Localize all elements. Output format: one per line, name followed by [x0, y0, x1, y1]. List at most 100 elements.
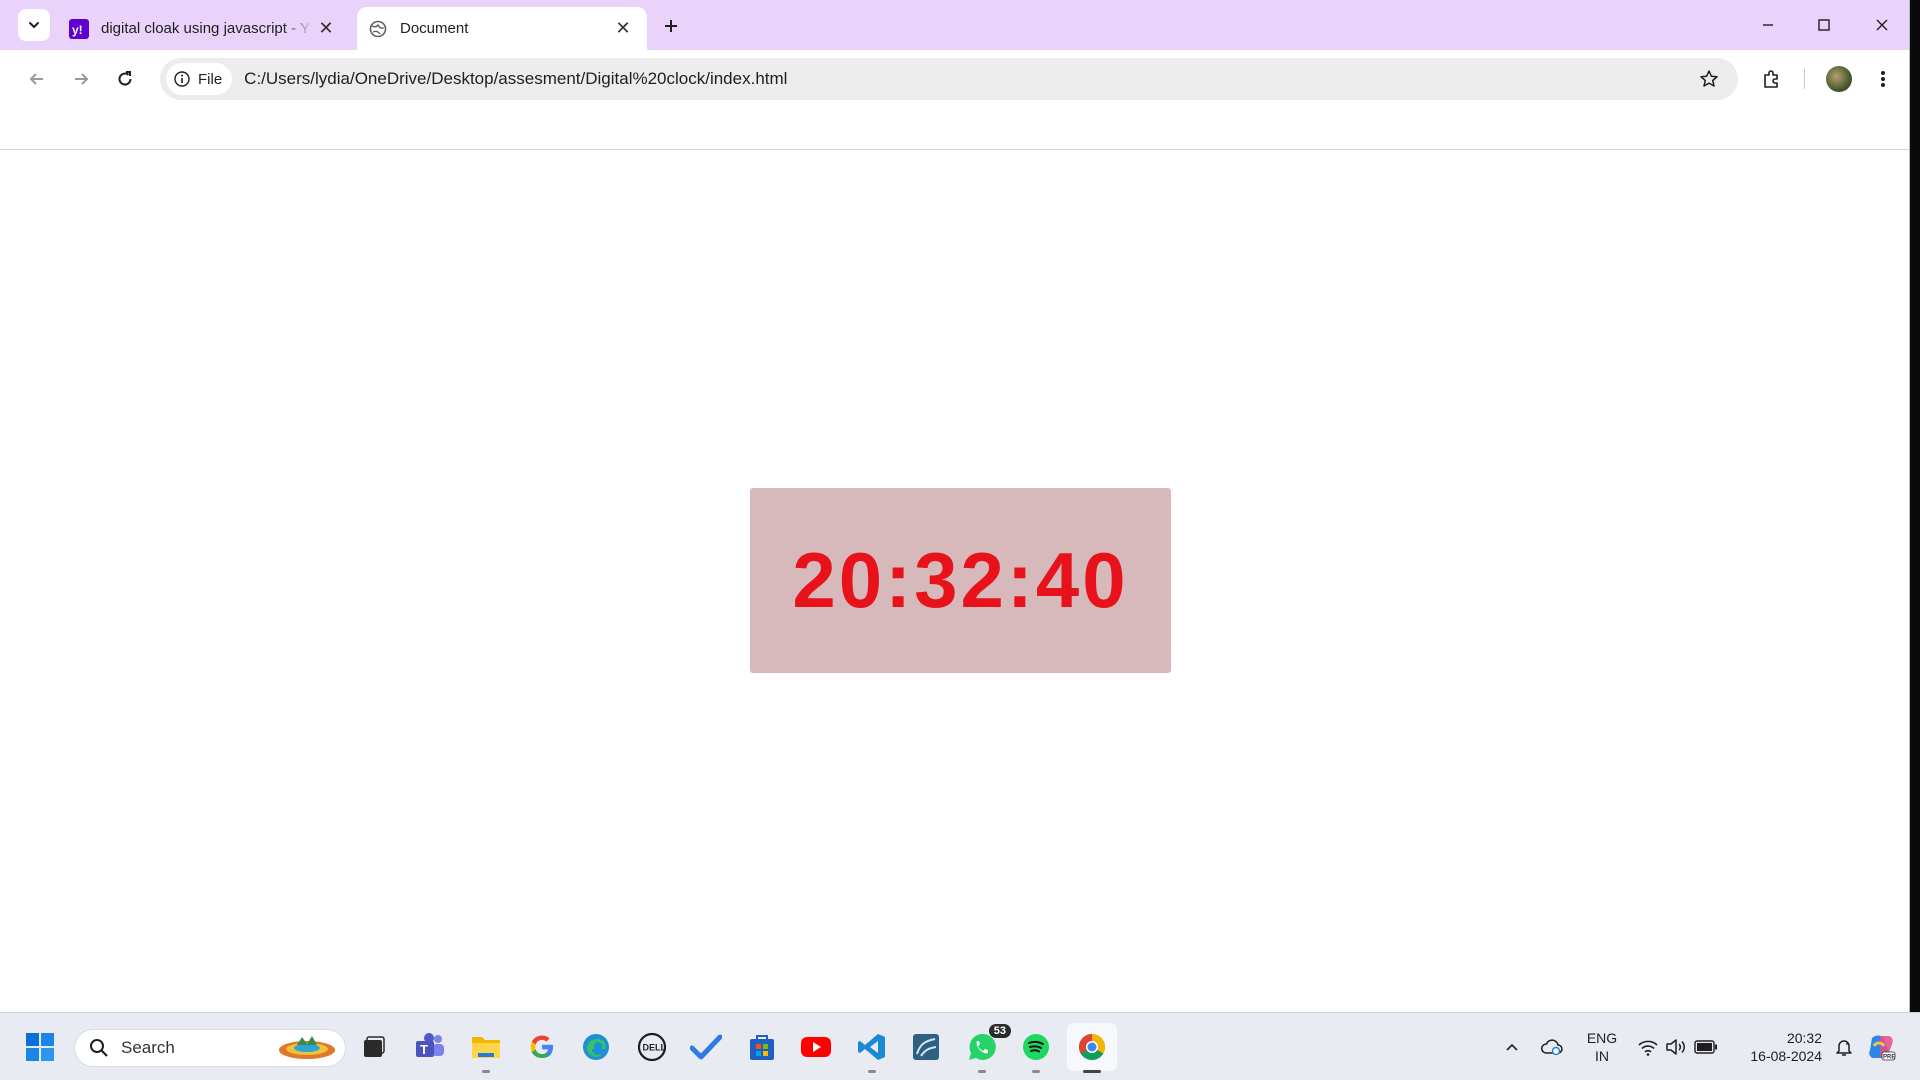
globe-icon: [368, 19, 388, 39]
whatsapp-app[interactable]: 53: [962, 1023, 1012, 1073]
store-icon: [750, 1035, 774, 1060]
back-button[interactable]: [20, 62, 54, 96]
page-content: 20:32:40: [0, 151, 1909, 1012]
avatar: [1826, 66, 1852, 92]
forward-button[interactable]: [64, 62, 98, 96]
tab-document[interactable]: Document ✕: [357, 7, 647, 50]
vscode-icon: [858, 1034, 885, 1060]
task-view-button[interactable]: [354, 1027, 394, 1067]
wifi-icon: [1638, 1040, 1658, 1056]
copilot-button[interactable]: PRE: [1866, 1032, 1896, 1062]
todo-app[interactable]: [686, 1027, 726, 1067]
running-indicator: [482, 1070, 490, 1073]
svg-text:T: T: [420, 1042, 428, 1057]
mysql-workbench-icon: [913, 1034, 939, 1060]
more-vertical-icon: [1881, 71, 1885, 87]
taskbar-date: 16-08-2024: [1750, 1048, 1822, 1064]
edge-app[interactable]: [576, 1027, 616, 1067]
maximize-button[interactable]: [1804, 8, 1844, 42]
search-highlight-icon: [279, 1036, 335, 1059]
dell-app[interactable]: DELL: [632, 1027, 672, 1067]
teams-app[interactable]: T: [410, 1027, 450, 1067]
task-view-icon: [364, 1036, 385, 1057]
url-text[interactable]: C:/Users/lydia/OneDrive/Desktop/assesmen…: [244, 69, 1692, 89]
spotify-icon: [1023, 1034, 1049, 1060]
maximize-icon: [1818, 19, 1830, 31]
taskbar-search[interactable]: Search: [74, 1029, 346, 1067]
running-indicator: [1083, 1070, 1101, 1073]
svg-text:PRE: PRE: [1883, 1055, 1895, 1061]
onedrive-button[interactable]: [1540, 1035, 1564, 1059]
vscode-app[interactable]: [852, 1027, 892, 1073]
tab-search-button[interactable]: [18, 9, 50, 41]
browser-window: y! digital cloak using javascript - Y ✕ …: [0, 0, 1910, 1012]
svg-text:y!: y!: [72, 23, 83, 37]
wifi-button[interactable]: [1636, 1035, 1660, 1059]
copilot-icon: PRE: [1869, 1035, 1896, 1061]
start-button[interactable]: [20, 1027, 60, 1067]
close-icon: [1876, 19, 1888, 31]
cloud-sync-icon: [1541, 1039, 1563, 1056]
yahoo-icon: y!: [69, 18, 89, 39]
close-window-button[interactable]: [1862, 8, 1902, 42]
google-icon: [530, 1035, 553, 1058]
language-indicator[interactable]: ENG IN: [1582, 1029, 1622, 1065]
taskbar: Search T DELL 53 ENG IN 20:32 16-08-2024…: [0, 1012, 1920, 1080]
star-icon: [1700, 70, 1718, 87]
profile-button[interactable]: [1822, 62, 1856, 96]
address-bar[interactable]: File C:/Users/lydia/OneDrive/Desktop/ass…: [160, 58, 1738, 100]
search-icon: [90, 1039, 108, 1057]
file-explorer-app[interactable]: [466, 1027, 506, 1073]
clock-time: 20:32:40: [792, 536, 1129, 624]
tab-title: digital cloak using javascript - Y: [101, 20, 310, 37]
svg-text:DELL: DELL: [643, 1043, 667, 1053]
close-tab-icon[interactable]: ✕: [611, 17, 635, 41]
toolbar-divider: [1804, 69, 1805, 89]
chrome-app[interactable]: [1067, 1023, 1117, 1073]
bookmark-star-button[interactable]: [1692, 62, 1726, 96]
arrow-right-icon: [75, 73, 89, 85]
youtube-icon: [801, 1037, 831, 1057]
mysql-workbench-app[interactable]: [906, 1027, 946, 1067]
browser-toolbar: File C:/Users/lydia/OneDrive/Desktop/ass…: [0, 50, 1909, 108]
clock-area[interactable]: 20:32 16-08-2024: [1728, 1029, 1822, 1065]
browser-menu-button[interactable]: [1866, 62, 1900, 96]
info-icon: [174, 71, 190, 87]
minimize-button[interactable]: [1748, 8, 1788, 42]
notifications-button[interactable]: [1832, 1035, 1856, 1059]
language-code: ENG: [1586, 1030, 1618, 1046]
extensions-button[interactable]: [1754, 62, 1788, 96]
search-label: Search: [121, 1038, 175, 1057]
windows-icon: [26, 1033, 54, 1061]
arrow-left-icon: [29, 73, 43, 85]
plus-icon: [665, 20, 677, 32]
checkmark-icon: [690, 1034, 722, 1060]
volume-button[interactable]: [1664, 1035, 1688, 1059]
site-info-chip[interactable]: File: [166, 63, 233, 95]
site-info-label: File: [198, 70, 223, 88]
running-indicator: [978, 1070, 986, 1073]
chevron-down-icon: [29, 22, 39, 29]
notification-badge: 53: [987, 1023, 1012, 1039]
spotify-app[interactable]: [1016, 1027, 1056, 1073]
google-app[interactable]: [522, 1027, 562, 1067]
chevron-up-icon: [1506, 1043, 1518, 1051]
battery-button[interactable]: [1694, 1035, 1718, 1059]
store-app[interactable]: [742, 1027, 782, 1067]
edge-icon: [583, 1034, 609, 1060]
bookmark-bar: [0, 108, 1909, 150]
tab-strip: y! digital cloak using javascript - Y ✕ …: [0, 0, 1909, 50]
reload-icon: [118, 71, 132, 86]
youtube-app[interactable]: [796, 1027, 836, 1067]
running-indicator: [868, 1070, 876, 1073]
show-hidden-icons-button[interactable]: [1500, 1035, 1524, 1059]
new-tab-button[interactable]: [656, 12, 686, 40]
close-tab-icon[interactable]: ✕: [314, 17, 338, 41]
running-indicator: [1032, 1070, 1040, 1073]
bell-icon: [1836, 1040, 1852, 1056]
reload-button[interactable]: [108, 62, 142, 96]
folder-icon: [472, 1037, 500, 1058]
chrome-icon: [1078, 1033, 1106, 1061]
tab-yahoo-search[interactable]: y! digital cloak using javascript - Y ✕: [58, 7, 350, 50]
teams-icon: T: [416, 1033, 444, 1057]
